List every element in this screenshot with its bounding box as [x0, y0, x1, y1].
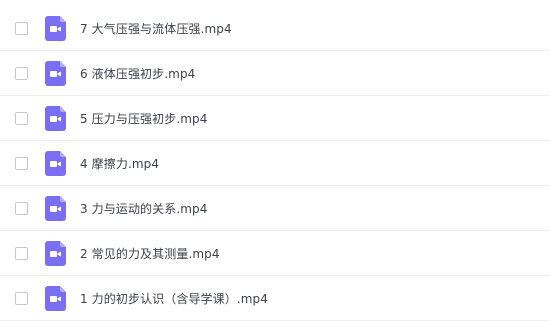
file-name[interactable]: 1 力的初步认识（含导学课）.mp4: [80, 290, 268, 307]
row-checkbox[interactable]: [15, 111, 28, 125]
video-file-icon: [45, 195, 66, 221]
row-checkbox[interactable]: [15, 66, 28, 80]
file-row[interactable]: 5 压力与压强初步.mp4: [0, 96, 550, 141]
row-checkbox[interactable]: [15, 156, 28, 170]
file-name[interactable]: 2 常见的力及其测量.mp4: [80, 245, 220, 262]
file-row[interactable]: 4 摩擦力.mp4: [0, 141, 550, 186]
file-row[interactable]: 6 液体压强初步.mp4: [0, 51, 550, 96]
file-row[interactable]: 7 大气压强与流体压强.mp4: [0, 6, 550, 51]
video-file-icon: [45, 60, 66, 86]
file-name[interactable]: 6 液体压强初步.mp4: [80, 65, 195, 82]
row-checkbox[interactable]: [15, 201, 28, 215]
video-file-icon: [45, 285, 66, 311]
file-name[interactable]: 4 摩擦力.mp4: [80, 155, 159, 172]
file-name[interactable]: 7 大气压强与流体压强.mp4: [80, 20, 232, 37]
row-checkbox[interactable]: [15, 21, 28, 35]
file-row[interactable]: 1 力的初步认识（含导学课）.mp4: [0, 276, 550, 321]
file-list: 7 大气压强与流体压强.mp4 6 液体压强初步.mp4 5 压力与压强初步.m…: [0, 0, 550, 321]
file-row[interactable]: 3 力与运动的关系.mp4: [0, 186, 550, 231]
file-name[interactable]: 3 力与运动的关系.mp4: [80, 200, 208, 217]
video-file-icon: [45, 15, 66, 41]
row-checkbox[interactable]: [15, 291, 28, 305]
video-file-icon: [45, 150, 66, 176]
file-name[interactable]: 5 压力与压强初步.mp4: [80, 110, 208, 127]
video-file-icon: [45, 105, 66, 131]
video-file-icon: [45, 240, 66, 266]
file-row[interactable]: 2 常见的力及其测量.mp4: [0, 231, 550, 276]
row-checkbox[interactable]: [15, 246, 28, 260]
